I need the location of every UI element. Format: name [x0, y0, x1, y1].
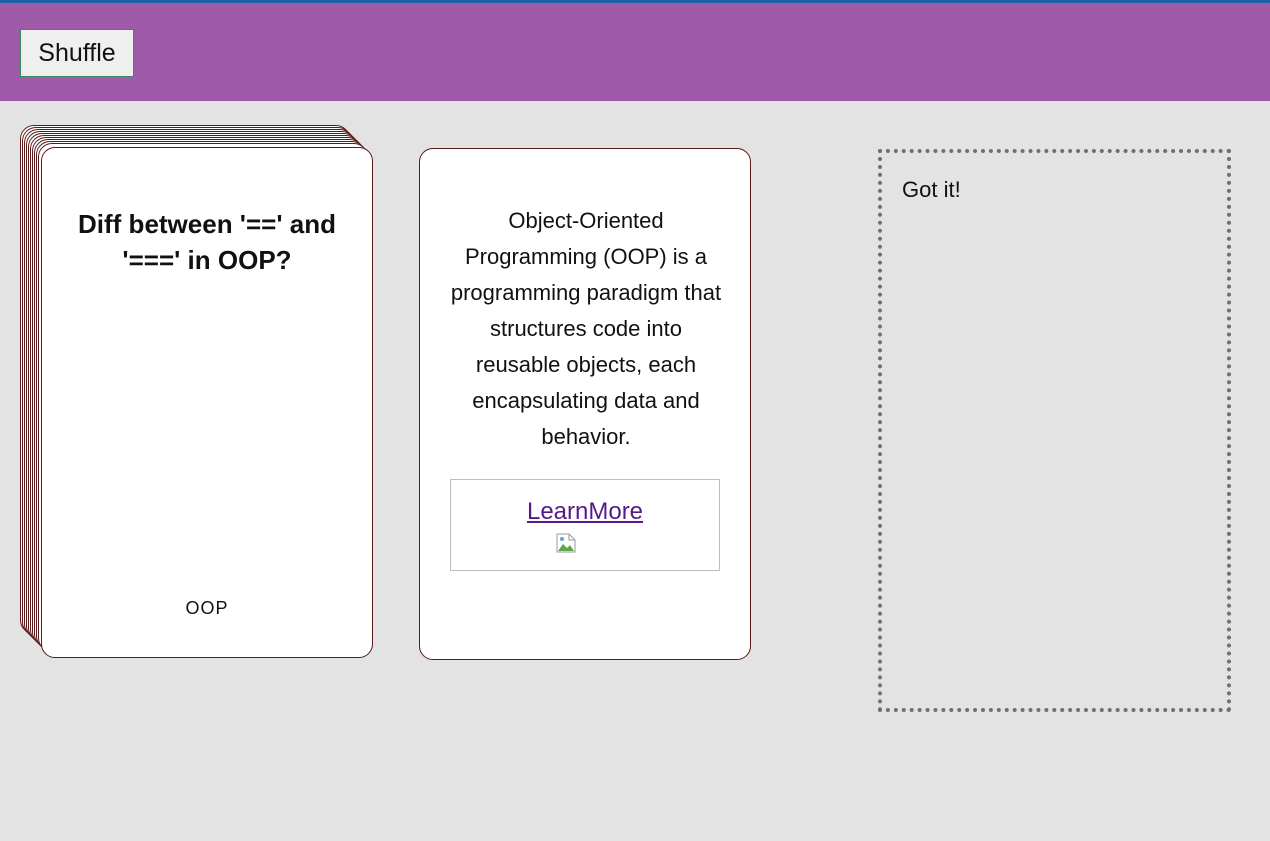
shuffle-button[interactable]: Shuffle — [20, 29, 134, 77]
question-card[interactable]: Diff between '==' and '===' in OOP? OOP — [41, 147, 373, 658]
card-deck[interactable]: Diff between '==' and '===' in OOP? OOP — [20, 125, 374, 659]
answer-card[interactable]: Object-Oriented Programming (OOP) is a p… — [419, 148, 751, 660]
answer-text: Object-Oriented Programming (OOP) is a p… — [450, 208, 722, 449]
header-bar: Shuffle — [0, 3, 1270, 101]
got-it-drop-zone[interactable]: Got it! — [878, 149, 1231, 712]
learn-more-box: LearnMore — [450, 479, 720, 571]
card-category: OOP — [185, 598, 229, 618]
broken-image-icon — [556, 533, 576, 553]
question-text: Diff between '==' and '===' in OOP? — [78, 209, 336, 275]
got-it-label: Got it! — [902, 177, 961, 202]
learn-more-link[interactable]: LearnMore — [527, 498, 643, 526]
